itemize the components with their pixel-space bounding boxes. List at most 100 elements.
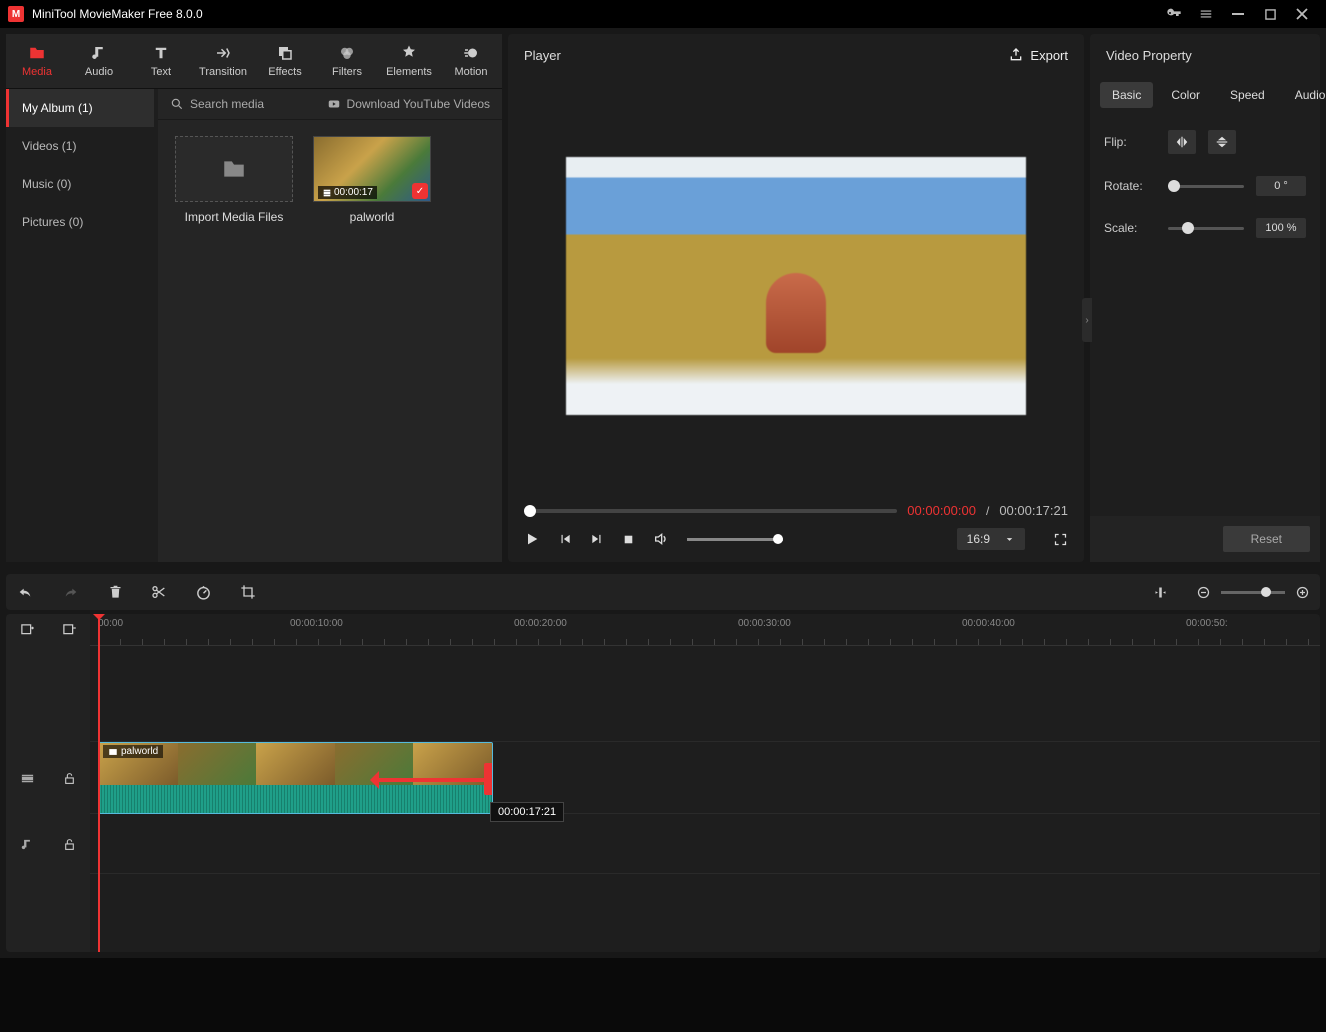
media-nav-pictures[interactable]: Pictures (0) xyxy=(6,203,154,241)
flip-horizontal-button[interactable] xyxy=(1168,130,1196,154)
tab-text[interactable]: Text xyxy=(130,34,192,88)
timeline-ruler[interactable]: 00:00 00:00:10:00 00:00:20:00 00:00:30:0… xyxy=(90,614,1320,646)
premium-key-icon[interactable] xyxy=(1158,0,1190,28)
current-time: 00:00:00:00 xyxy=(907,503,976,518)
delete-button[interactable] xyxy=(108,584,123,600)
flip-vertical-button[interactable] xyxy=(1208,130,1236,154)
tab-elements[interactable]: Elements xyxy=(378,34,440,88)
search-input[interactable]: Search media xyxy=(170,97,319,111)
tab-label: Elements xyxy=(386,66,432,78)
tab-label: Transition xyxy=(199,66,247,78)
tab-effects[interactable]: Effects xyxy=(254,34,316,88)
media-clip-thumbnail[interactable]: 00:00:17 ✓ palworld xyxy=(312,136,432,224)
effects-icon xyxy=(276,44,294,62)
undo-button[interactable] xyxy=(16,584,34,600)
music-icon xyxy=(90,44,108,62)
speed-button[interactable] xyxy=(195,584,212,601)
minimize-button[interactable] xyxy=(1222,0,1254,28)
video-track[interactable]: palworld 00:00:17:21 xyxy=(90,742,1320,814)
app-logo-icon: M xyxy=(8,6,24,22)
volume-slider[interactable] xyxy=(687,538,783,541)
timeline-panel: 00:00 00:00:10:00 00:00:20:00 00:00:30:0… xyxy=(0,568,1326,958)
zoom-out-button[interactable] xyxy=(1196,585,1211,600)
app-title: MiniTool MovieMaker Free 8.0.0 xyxy=(32,7,1158,21)
prop-tab-color[interactable]: Color xyxy=(1159,82,1212,108)
play-button[interactable] xyxy=(524,531,540,547)
transition-icon xyxy=(214,44,232,62)
title-bar: M MiniTool MovieMaker Free 8.0.0 xyxy=(0,0,1326,28)
prop-tab-speed[interactable]: Speed xyxy=(1218,82,1277,108)
timeline-tracks[interactable]: 00:00 00:00:10:00 00:00:20:00 00:00:30:0… xyxy=(90,614,1320,952)
next-frame-button[interactable] xyxy=(590,532,604,546)
tab-motion[interactable]: Motion xyxy=(440,34,502,88)
tab-label: Effects xyxy=(268,66,301,78)
tab-filters[interactable]: Filters xyxy=(316,34,378,88)
media-nav-my-album[interactable]: My Album (1) xyxy=(6,89,154,127)
seek-bar[interactable] xyxy=(524,509,897,513)
tab-media[interactable]: Media xyxy=(6,34,68,88)
remove-track-button[interactable] xyxy=(62,623,77,638)
zoom-slider[interactable] xyxy=(1221,591,1285,594)
tab-label: Filters xyxy=(332,66,362,78)
video-track-head xyxy=(6,742,90,814)
aspect-value: 16:9 xyxy=(967,532,990,546)
prop-tab-basic[interactable]: Basic xyxy=(1100,82,1153,108)
folder-icon xyxy=(27,44,47,62)
import-media-button[interactable]: Import Media Files xyxy=(174,136,294,224)
collapse-panel-button[interactable]: › xyxy=(1082,298,1092,342)
media-panel: Media Audio Text Transition xyxy=(6,34,502,562)
split-button[interactable] xyxy=(151,584,167,600)
export-label: Export xyxy=(1030,48,1068,63)
media-nav-videos[interactable]: Videos (1) xyxy=(6,127,154,165)
overlay-track[interactable] xyxy=(90,646,1320,742)
aspect-ratio-select[interactable]: 16:9 xyxy=(957,528,1025,550)
media-nav-music[interactable]: Music (0) xyxy=(6,165,154,203)
audio-track-icon xyxy=(20,837,34,852)
tab-audio[interactable]: Audio xyxy=(68,34,130,88)
import-label: Import Media Files xyxy=(185,210,284,224)
clip-added-check-icon: ✓ xyxy=(412,183,428,199)
tab-transition[interactable]: Transition xyxy=(192,34,254,88)
lock-audio-track-button[interactable] xyxy=(63,837,76,852)
player-panel: Player Export 00:00:00:00 / 00:00:17:21 xyxy=(508,34,1084,562)
menu-icon[interactable] xyxy=(1190,0,1222,28)
tab-label: Text xyxy=(151,66,171,78)
props-title: Video Property xyxy=(1106,48,1192,63)
clip-label: palworld xyxy=(103,745,163,758)
video-preview[interactable] xyxy=(508,76,1084,495)
audio-track-head xyxy=(6,814,90,874)
tab-label: Audio xyxy=(85,66,113,78)
fullscreen-button[interactable] xyxy=(1053,532,1068,547)
zoom-in-button[interactable] xyxy=(1295,585,1310,600)
scale-label: Scale: xyxy=(1104,221,1156,235)
lock-video-track-button[interactable] xyxy=(63,771,76,786)
volume-button[interactable] xyxy=(653,531,669,547)
search-icon xyxy=(170,97,184,111)
crop-button[interactable] xyxy=(240,584,256,600)
maximize-button[interactable] xyxy=(1254,0,1286,28)
chevron-down-icon xyxy=(1004,534,1015,545)
search-placeholder: Search media xyxy=(190,97,264,111)
timeline-fit-button[interactable] xyxy=(1153,585,1168,600)
redo-button[interactable] xyxy=(62,584,80,600)
prev-frame-button[interactable] xyxy=(558,532,572,546)
stop-button[interactable] xyxy=(622,533,635,546)
audio-track[interactable] xyxy=(90,814,1320,874)
rotate-value[interactable]: 0 ° xyxy=(1256,176,1306,196)
top-toolbar: Media Audio Text Transition xyxy=(6,34,502,89)
download-icon xyxy=(327,97,341,111)
elements-icon xyxy=(400,44,418,62)
export-button[interactable]: Export xyxy=(1008,47,1068,63)
prop-tab-audio[interactable]: Audio xyxy=(1283,82,1326,108)
add-track-button[interactable] xyxy=(20,623,35,638)
video-track-icon xyxy=(20,771,35,786)
close-button[interactable] xyxy=(1286,0,1318,28)
download-youtube-button[interactable]: Download YouTube Videos xyxy=(327,97,490,111)
rotate-slider[interactable] xyxy=(1168,185,1244,188)
video-property-panel: › Video Property Basic Color Speed Audio… xyxy=(1090,34,1320,562)
timeline-toolbar xyxy=(6,574,1320,610)
reset-button[interactable]: Reset xyxy=(1223,526,1310,552)
scale-slider[interactable] xyxy=(1168,227,1244,230)
playhead[interactable] xyxy=(98,614,100,952)
scale-value[interactable]: 100 % xyxy=(1256,218,1306,238)
